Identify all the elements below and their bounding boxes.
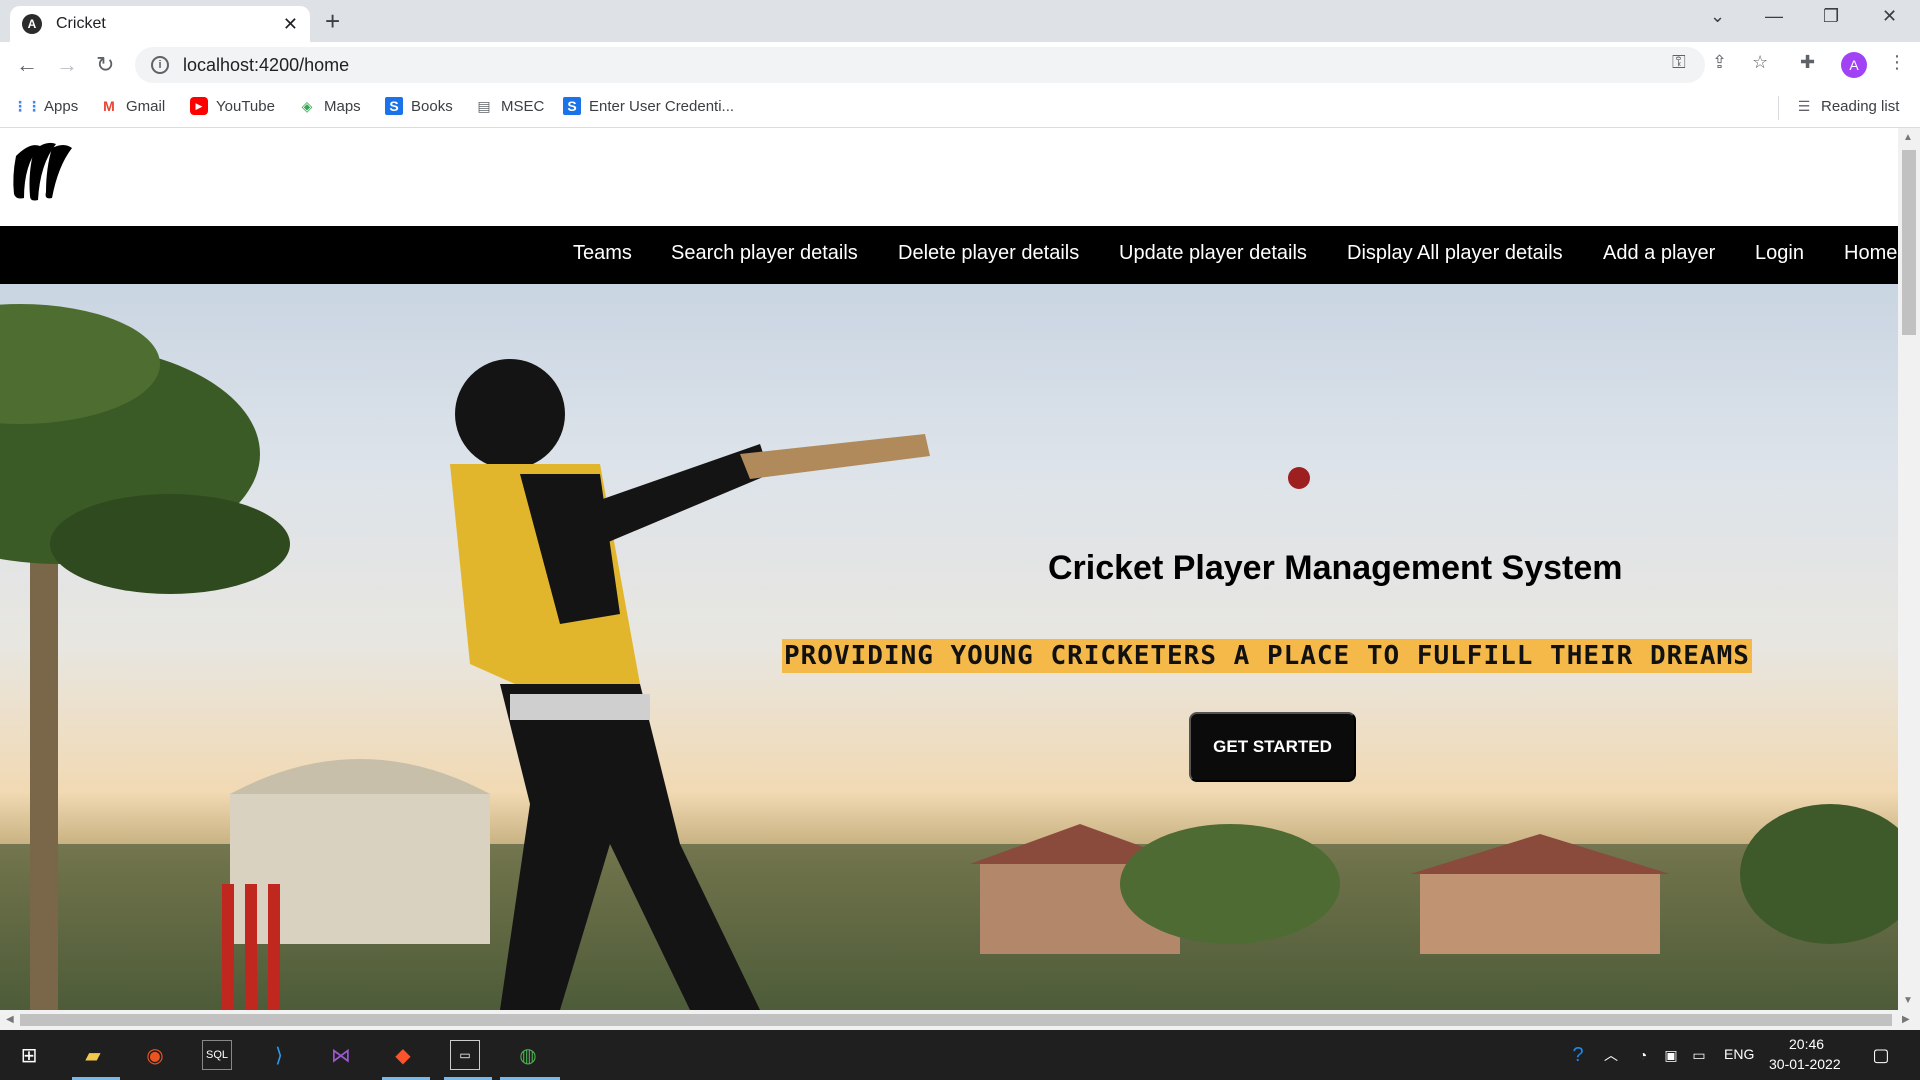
nav-search-player[interactable]: Search player details — [671, 242, 858, 265]
horizontal-scrollbar[interactable]: ◀ ▶ — [0, 1010, 1920, 1030]
bookmark-label: MSEC — [501, 97, 545, 115]
mysql-icon[interactable]: SQL — [202, 1040, 232, 1070]
bookmark-msec[interactable]: ▤ MSEC — [475, 97, 544, 115]
new-tab-icon[interactable]: + — [325, 6, 340, 37]
scroll-left-arrow-icon[interactable]: ◀ — [6, 1014, 14, 1025]
nav-delete-player[interactable]: Delete player details — [898, 242, 1079, 265]
youtube-icon: ▶ — [190, 97, 208, 115]
horizontal-scroll-thumb[interactable] — [20, 1014, 1892, 1026]
credentials-s-icon: S — [563, 97, 581, 115]
windows-start-icon[interactable]: ⊞ — [14, 1040, 44, 1070]
bookmark-apps[interactable]: ⋮⋮ Apps — [13, 97, 79, 115]
bookmarks-bar: ⋮⋮ Apps M Gmail ▶ YouTube ◈ Maps S Books… — [0, 88, 1920, 128]
chrome-icon[interactable]: ◍ — [513, 1040, 543, 1070]
site-header — [0, 128, 1898, 226]
page-viewport: Teams Search player details Delete playe… — [0, 128, 1898, 1010]
hero-title: Cricket Player Management System — [1048, 549, 1623, 587]
terminal-icon[interactable]: ▭ — [450, 1040, 480, 1070]
maps-icon: ◈ — [301, 97, 313, 114]
hero-subtitle: PROVIDING YOUNG CRICKETERS A PLACE TO FU… — [782, 639, 1752, 673]
reading-list-label: Reading list — [1821, 97, 1900, 115]
key-icon[interactable]: ⚿ — [1672, 52, 1686, 73]
reading-list[interactable]: ☰ Reading list — [1795, 97, 1900, 115]
vertical-scroll-thumb[interactable] — [1902, 150, 1916, 335]
visual-studio-icon[interactable]: ⋈ — [326, 1040, 356, 1070]
bookmark-gmail[interactable]: M Gmail — [100, 97, 165, 115]
bookmark-label: YouTube — [216, 97, 275, 115]
profile-avatar[interactable]: A — [1841, 52, 1867, 78]
tab-search-icon[interactable]: ⌄ — [1710, 6, 1725, 27]
bookmark-label: Maps — [324, 97, 361, 115]
browser-tab-bar: A Cricket ✕ + ⌄ — ❐ ✕ — [0, 0, 1920, 42]
notifications-icon[interactable]: ▢ — [1866, 1040, 1896, 1070]
bookmark-label: Enter User Credenti... — [589, 97, 735, 115]
extensions-icon[interactable]: ✚ — [1800, 52, 1815, 73]
address-bar-row: ← → ↻ i localhost:4200/home ⚿ ⇪ ☆ ✚ A ⋮ — [0, 42, 1920, 88]
tab-title: Cricket — [56, 15, 106, 32]
tab-close-icon[interactable]: ✕ — [283, 14, 298, 35]
menu-kebab-icon[interactable]: ⋮ — [1888, 52, 1906, 73]
language-indicator[interactable]: ENG — [1724, 1046, 1754, 1062]
vertical-scrollbar[interactable]: ▲ ▼ — [1898, 128, 1920, 1010]
bookmark-youtube[interactable]: ▶ YouTube — [190, 97, 275, 115]
hero-banner: Cricket Player Management System PROVIDI… — [0, 284, 1898, 1010]
wifi-icon[interactable]: ◔ — [1628, 1040, 1658, 1070]
back-icon[interactable]: ← — [16, 52, 38, 78]
nav-update-player[interactable]: Update player details — [1119, 242, 1307, 265]
address-input[interactable]: i localhost:4200/home — [135, 47, 1705, 83]
close-window-icon[interactable]: ✕ — [1882, 6, 1897, 27]
ubuntu-icon[interactable]: ◉ — [140, 1040, 170, 1070]
gmail-icon: M — [103, 98, 115, 114]
books-s-icon: S — [385, 97, 403, 115]
minimize-icon[interactable]: — — [1765, 6, 1783, 27]
angular-favicon-icon: A — [22, 14, 42, 34]
site-logo-icon[interactable] — [10, 138, 74, 204]
windows-taskbar: ⊞ ▰ ◉ SQL ⟩ ⋈ ◆ ▭ ◍ ? ︿ ◔ ▣ ▭ ENG 20:46 … — [0, 1030, 1920, 1080]
nav-teams[interactable]: Teams — [573, 242, 632, 265]
clock-date[interactable]: 30-01-2022 — [1769, 1056, 1841, 1072]
share-icon[interactable]: ⇪ — [1712, 52, 1727, 73]
scroll-up-arrow-icon[interactable]: ▲ — [1903, 132, 1913, 143]
msec-icon: ▤ — [477, 97, 491, 114]
bookmark-star-icon[interactable]: ☆ — [1752, 52, 1768, 73]
scroll-right-arrow-icon[interactable]: ▶ — [1902, 1014, 1910, 1025]
bookmark-label: Apps — [44, 97, 79, 115]
vscode-icon[interactable]: ⟩ — [264, 1040, 294, 1070]
clock-time[interactable]: 20:46 — [1789, 1036, 1824, 1052]
apps-grid-icon: ⋮⋮ — [13, 97, 41, 114]
get-started-button[interactable]: GET STARTED — [1189, 712, 1356, 782]
tray-chevron-icon[interactable]: ︿ — [1596, 1040, 1626, 1070]
site-navbar: Teams Search player details Delete playe… — [0, 226, 1898, 284]
bookmark-label: Books — [411, 97, 453, 115]
meet-icon[interactable]: ▣ — [1656, 1040, 1686, 1070]
bookmark-maps[interactable]: ◈ Maps — [298, 97, 361, 115]
browser-tab[interactable]: A Cricket ✕ — [10, 6, 310, 42]
url-text: localhost:4200/home — [183, 54, 350, 75]
forward-icon[interactable]: → — [56, 52, 78, 78]
bookmark-credentials[interactable]: S Enter User Credenti... — [563, 97, 734, 115]
help-icon[interactable]: ? — [1563, 1040, 1593, 1070]
scroll-down-arrow-icon[interactable]: ▼ — [1903, 995, 1913, 1006]
bookmark-books[interactable]: S Books — [385, 97, 453, 115]
bookmark-label: Gmail — [126, 97, 166, 115]
nav-add-player[interactable]: Add a player — [1603, 242, 1715, 265]
nav-home[interactable]: Home — [1844, 242, 1897, 265]
site-info-icon[interactable]: i — [151, 56, 169, 74]
reload-icon[interactable]: ↻ — [96, 52, 114, 78]
restore-icon[interactable]: ❐ — [1823, 6, 1839, 27]
battery-icon[interactable]: ▭ — [1684, 1040, 1714, 1070]
file-explorer-icon[interactable]: ▰ — [78, 1040, 108, 1070]
reading-list-icon: ☰ — [1797, 97, 1811, 114]
bookmarks-divider — [1778, 96, 1779, 120]
nav-display-all-players[interactable]: Display All player details — [1347, 242, 1563, 265]
nav-login[interactable]: Login — [1755, 242, 1804, 265]
brave-icon[interactable]: ◆ — [388, 1040, 418, 1070]
